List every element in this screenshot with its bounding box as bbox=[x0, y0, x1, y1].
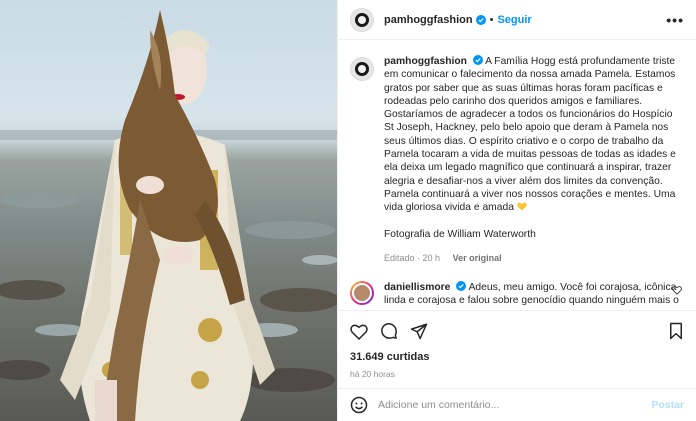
caption-text: A Família Hogg está profundamente triste… bbox=[384, 56, 676, 214]
commenter-avatar[interactable] bbox=[350, 281, 374, 306]
caption: pamhoggfashion A Família Hogg está profu… bbox=[350, 55, 684, 265]
caption-username[interactable]: pamhoggfashion bbox=[384, 56, 467, 67]
action-icons bbox=[350, 320, 684, 342]
heart-icon[interactable] bbox=[350, 323, 368, 340]
caption-body: pamhoggfashion A Família Hogg está profu… bbox=[384, 55, 684, 265]
author-username[interactable]: pamhoggfashion bbox=[384, 14, 473, 26]
see-original-link[interactable]: Ver original bbox=[453, 253, 502, 263]
comment-icon[interactable] bbox=[380, 322, 398, 340]
comment-body: daniellismore Adeus, meu amigo. Você foi… bbox=[384, 281, 684, 309]
edited-label: Editado · 20 h bbox=[384, 252, 441, 263]
verified-badge-icon bbox=[475, 14, 486, 25]
post-actions: 31.649 curtidas há 20 horas bbox=[338, 310, 696, 390]
caption-avatar[interactable] bbox=[350, 57, 374, 81]
follow-button[interactable]: Seguir bbox=[497, 14, 531, 26]
comment-input[interactable] bbox=[378, 399, 652, 411]
instagram-post: pamhoggfashion • Seguir ••• pamhoggfashi… bbox=[0, 0, 696, 421]
share-icon[interactable] bbox=[410, 322, 428, 340]
comments-area: pamhoggfashion A Família Hogg está profu… bbox=[338, 41, 696, 309]
verified-badge-icon bbox=[472, 55, 483, 65]
emoji-icon[interactable] bbox=[350, 396, 368, 414]
post-comment-button[interactable]: Postar bbox=[651, 399, 684, 411]
post-image bbox=[0, 10, 337, 421]
post-photo[interactable] bbox=[0, 0, 337, 421]
post-header: pamhoggfashion • Seguir ••• bbox=[338, 0, 696, 40]
verified-badge-icon bbox=[456, 281, 467, 292]
post-sidebar: pamhoggfashion • Seguir ••• pamhoggfashi… bbox=[337, 0, 696, 421]
bookmark-icon[interactable] bbox=[668, 322, 684, 340]
more-options-icon[interactable]: ••• bbox=[666, 12, 684, 28]
comment-username[interactable]: daniellismore bbox=[384, 282, 450, 293]
likes-count[interactable]: 31.649 curtidas bbox=[350, 351, 684, 363]
post-time: há 20 horas bbox=[350, 369, 395, 379]
comment-item: daniellismore Adeus, meu amigo. Você foi… bbox=[350, 281, 684, 309]
photo-credit: Fotografia de William Waterworth bbox=[384, 228, 536, 240]
header-separator: • bbox=[489, 13, 494, 26]
yellow-heart-emoji bbox=[517, 202, 527, 211]
author-avatar[interactable] bbox=[350, 7, 374, 32]
comment-heart-icon[interactable] bbox=[672, 285, 682, 295]
comment-composer: Postar bbox=[338, 388, 696, 421]
caption-meta: Editado · 20 h Ver original bbox=[384, 252, 684, 265]
